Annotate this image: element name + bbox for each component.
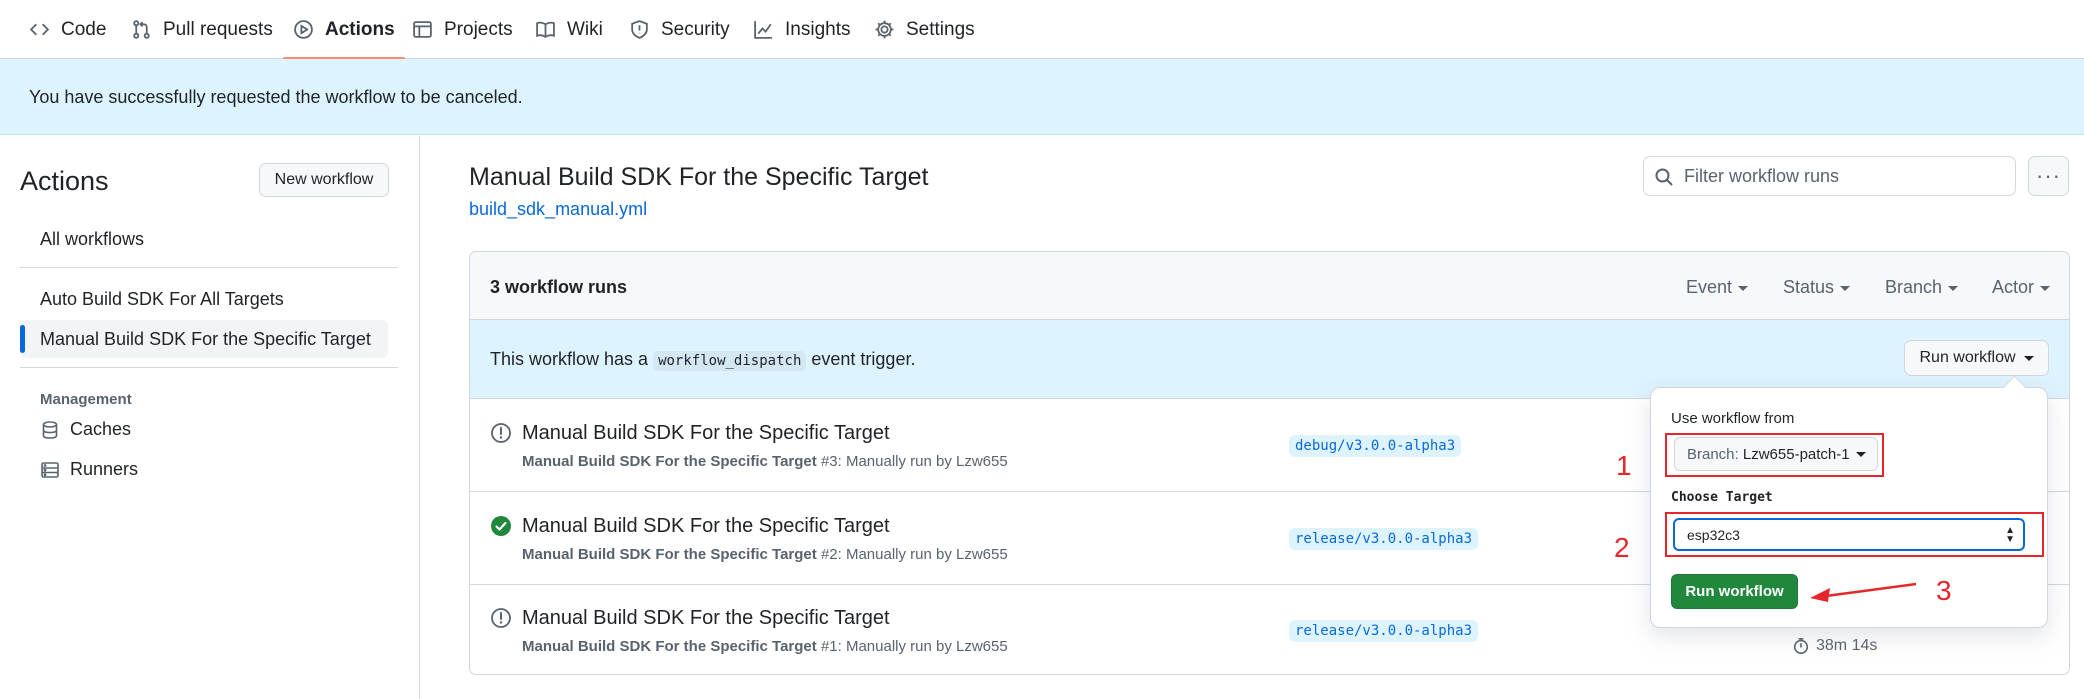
dispatch-text-before: This workflow has a [490,349,649,369]
flash-banner: You have successfully requested the work… [0,59,2084,135]
database-icon [42,420,58,439]
run-meta-detail: #3: Manually run by Lzw655 [820,453,1008,470]
management-heading: Management [40,391,132,408]
choose-target-label: Choose Target [1671,490,1773,505]
run-meta: Manual Build SDK For the Specific Target… [522,546,1008,563]
annotation-number-2: 2 [1614,532,1630,563]
run-duration: 38m 14s [1792,637,1877,655]
branch-tag[interactable]: release/v3.0.0-alpha3 [1289,620,1479,642]
sidebar-item-auto-build[interactable]: Auto Build SDK For All Targets [20,280,388,318]
repo-nav: Code Pull requests Actions Projects Wiki… [0,0,2084,60]
page-title: Manual Build SDK For the Specific Target [469,163,929,191]
branch-tag[interactable]: debug/v3.0.0-alpha3 [1289,435,1462,457]
branch-tag[interactable]: release/v3.0.0-alpha3 [1289,528,1479,550]
tab-label: Settings [906,18,975,40]
run-workflow-label: Run workflow [1919,349,2016,366]
sidebar-item-label: Caches [70,419,132,439]
tab-label: Security [661,18,730,40]
sidebar-divider [20,267,398,268]
run-title[interactable]: Manual Build SDK For the Specific Target [522,607,890,630]
new-workflow-button[interactable]: New workflow [259,163,389,197]
tab-label: Actions [325,18,395,40]
code-icon [29,23,50,36]
runs-count: 3 workflow runs [490,277,628,297]
annotation-arrow-icon [1810,582,1917,602]
stop-circle-icon [491,608,511,628]
filter-input[interactable] [1684,165,2004,187]
dispatch-code: workflow_dispatch [653,351,807,371]
stop-circle-icon [491,423,511,443]
annotation-number-3: 3 [1936,575,1952,606]
caret-down-icon [2023,355,2034,361]
tab-insights[interactable]: Insights [753,0,850,59]
sidebar-title: Actions [20,166,109,196]
play-icon [294,20,313,39]
event-filter[interactable]: Event [1686,277,1748,298]
dispatch-text-after: event trigger. [811,349,916,369]
tab-pull-requests[interactable]: Pull requests [131,0,273,59]
run-title[interactable]: Manual Build SDK For the Specific Target [522,422,890,445]
table-icon [413,21,432,38]
use-workflow-from-label: Use workflow from [1671,410,1795,427]
run-meta-detail: #2: Manually run by Lzw655 [820,546,1008,563]
dispatch-text: This workflow has a workflow_dispatch ev… [490,349,916,371]
tab-settings[interactable]: Settings [874,0,975,59]
sidebar-item-manual-build[interactable]: Manual Build SDK For the Specific Target [20,320,388,358]
sidebar-item-all-workflows[interactable]: All workflows [20,220,388,258]
server-icon [41,461,59,478]
tab-projects[interactable]: Projects [412,0,513,59]
sidebar-item-runners[interactable]: Runners [40,459,138,480]
tab-label: Wiki [567,18,603,40]
git-pull-request-icon [133,20,150,39]
graph-icon [754,21,772,39]
search-icon [1655,168,1673,186]
flash-message: You have successfully requested the work… [29,87,523,107]
tab-code[interactable]: Code [29,0,106,59]
run-workflow-dropdown-button[interactable]: Run workflow [1904,340,2049,376]
run-meta-workflow: Manual Build SDK For the Specific Target [522,638,817,655]
run-meta-workflow: Manual Build SDK For the Specific Target [522,453,817,470]
tab-label: Insights [785,18,851,40]
run-meta: Manual Build SDK For the Specific Target… [522,638,1008,655]
tab-security[interactable]: Security [629,0,730,59]
workflow-file-link[interactable]: build_sdk_manual.yml [469,199,647,220]
sidebar: Actions New workflow All workflows Auto … [0,136,420,699]
shield-icon [631,20,648,39]
annotation-number-1: 1 [1616,450,1632,481]
actor-filter[interactable]: Actor [1992,277,2050,298]
tab-label: Projects [444,18,513,40]
run-meta-detail: #1: Manually run by Lzw655 [820,638,1008,655]
tab-label: Code [61,18,107,40]
stopwatch-icon [1793,637,1809,655]
tab-wiki[interactable]: Wiki [535,0,603,59]
duration-text: 38m 14s [1816,637,1878,654]
book-icon [536,21,555,38]
runs-header: 3 workflow runs Event Status Branch Acto… [470,252,2069,320]
tab-actions[interactable]: Actions [283,0,405,60]
sidebar-item-caches[interactable]: Caches [40,419,131,440]
run-meta: Manual Build SDK For the Specific Target… [522,453,1008,470]
run-workflow-button[interactable]: Run workflow [1671,574,1798,609]
branch-filter[interactable]: Branch [1885,277,1958,298]
filter-workflow-runs[interactable] [1643,156,2016,196]
gear-icon [875,20,894,39]
kebab-horizontal-icon[interactable]: ··· [2028,156,2069,196]
annotation-box-2 [1665,512,2044,557]
sidebar-item-label: Runners [70,459,139,479]
run-title[interactable]: Manual Build SDK For the Specific Target [522,515,890,538]
sidebar-divider [20,367,398,368]
status-filter[interactable]: Status [1783,277,1850,298]
check-circle-icon [491,516,511,536]
annotation-box-1 [1665,433,1884,477]
tab-label: Pull requests [163,18,273,40]
run-meta-workflow: Manual Build SDK For the Specific Target [522,546,817,563]
